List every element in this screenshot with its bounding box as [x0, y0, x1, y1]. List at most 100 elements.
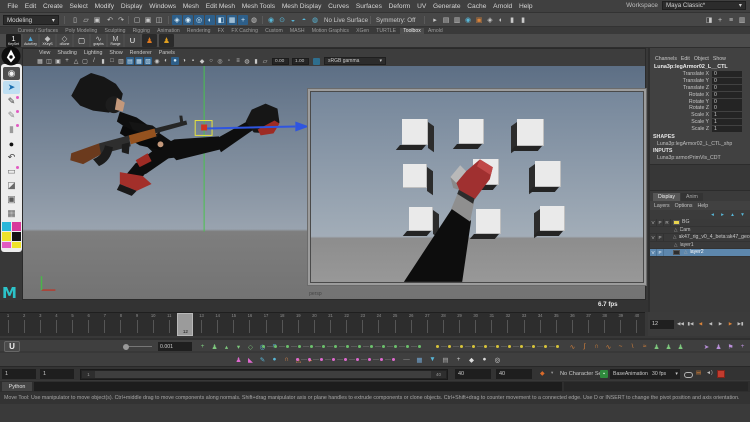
selected-object-name[interactable]: Luna3p:legArmor02_L__CTL	[650, 63, 750, 71]
selection-mask-icon[interactable]: ◎	[194, 15, 204, 25]
slider-dot[interactable]	[418, 345, 421, 348]
script-editor-icon[interactable]	[684, 372, 693, 378]
timeline-frame[interactable]: 10	[145, 313, 161, 336]
play-forwards-button[interactable]: ▶	[716, 320, 725, 329]
sidebar-toggle-icon[interactable]: ◨	[704, 15, 714, 25]
selection-mask-icon[interactable]: ◐	[205, 15, 215, 25]
timeline-frame[interactable]: 35	[548, 313, 564, 336]
snap-icon[interactable]: ◍	[310, 15, 320, 25]
menubar-item[interactable]: Generate	[430, 3, 464, 10]
character-set-label[interactable]: No Character Set	[560, 371, 603, 377]
viewport-toolbar-icon[interactable]: △	[72, 57, 80, 65]
snap-icon[interactable]: ◒	[288, 15, 298, 25]
channel-attr-value[interactable]: 0	[712, 85, 742, 91]
menubar-item[interactable]: Mesh	[179, 3, 202, 10]
slider-dot[interactable]	[448, 345, 451, 348]
slider-dot[interactable]	[544, 345, 547, 348]
menubar-item[interactable]: Windows	[146, 3, 180, 10]
menubar-item[interactable]: File	[4, 3, 21, 10]
menu-set-dropdown[interactable]: Modeling▾	[3, 15, 59, 25]
layer-row[interactable]: VP△layer2	[650, 249, 750, 257]
channel-attr-value[interactable]: 0	[712, 71, 742, 77]
animbot-tool-icon[interactable]: —	[402, 355, 411, 364]
render-icon[interactable]: ▮	[518, 15, 528, 25]
audio-icon[interactable]: ◄)	[706, 370, 713, 376]
animbot-tool-icon[interactable]: ⚑	[726, 342, 735, 351]
anim-end-field[interactable]: 40	[496, 369, 532, 379]
layer-row[interactable]: △Cam	[650, 227, 750, 235]
menubar-item[interactable]: Edit	[21, 3, 39, 10]
viewport-toolbar-icon[interactable]: ▱	[261, 57, 269, 65]
shelf-button[interactable]: MRange	[108, 34, 123, 47]
channel-attr-label[interactable]: Translate Y	[650, 78, 712, 84]
set-key-icon[interactable]: ◆	[540, 370, 545, 377]
command-language-label[interactable]: Python	[2, 382, 32, 391]
color-swatch[interactable]	[2, 222, 11, 231]
tool-settings-icon[interactable]: ≡	[726, 15, 736, 25]
chevron-down-icon[interactable]: ▾	[551, 370, 553, 376]
viewport-toolbar-icon[interactable]: ◆	[198, 57, 206, 65]
pose-icon[interactable]: ♟	[676, 342, 685, 351]
animbot-tool-icon[interactable]: ▼	[428, 355, 437, 364]
playback-end-field[interactable]: 40	[455, 369, 491, 379]
layer-editor-tab[interactable]: Anim	[681, 193, 703, 201]
viewport-toolbar-icon[interactable]: ◎	[216, 57, 224, 65]
slider-dot[interactable]	[394, 345, 397, 348]
shelf-tab[interactable]: Animation	[153, 28, 183, 34]
snap-icon[interactable]: ◓	[299, 15, 309, 25]
viewport-toolbar-icon[interactable]: ○	[207, 57, 215, 65]
layer-name[interactable]: layer1	[680, 242, 694, 248]
fps-dropdown[interactable]: 30 fps▾	[650, 369, 680, 379]
animbot-icon[interactable]: ◇	[246, 342, 255, 351]
slider-dot[interactable]	[296, 358, 299, 361]
slider-dot[interactable]	[520, 345, 523, 348]
timeline-frame[interactable]: 30	[468, 313, 484, 336]
animbot-tool-icon[interactable]: ▤	[441, 355, 450, 364]
selection-mask-icon[interactable]: ▦	[227, 15, 237, 25]
tween-slider[interactable]	[126, 346, 152, 347]
animbot-icon[interactable]: ✎	[258, 355, 267, 364]
slider-dot[interactable]	[556, 345, 559, 348]
color-swatch[interactable]	[12, 242, 21, 248]
shelf-tab[interactable]: TURTLE	[373, 28, 400, 34]
animbot-tool-icon[interactable]: +	[738, 342, 747, 351]
render-icon[interactable]: ▸	[430, 15, 440, 25]
slider-dot[interactable]	[406, 345, 409, 348]
snap-icon[interactable]: ◉	[266, 15, 276, 25]
animbot-tool-icon[interactable]: ➤	[702, 342, 711, 351]
layer-toolbar-icon[interactable]: ▸	[719, 211, 726, 218]
step-forward-key-button[interactable]: ▶	[726, 320, 735, 329]
shelf-button[interactable]: ▲AutoKey	[23, 34, 38, 47]
color-swatch[interactable]	[2, 232, 11, 241]
channel-attr-label[interactable]: Scale Z	[650, 126, 712, 132]
screenshot-icon[interactable]: ▣	[3, 193, 20, 206]
slider-dot[interactable]	[358, 345, 361, 348]
viewport-toolbar-icon[interactable]: ≡	[234, 57, 242, 65]
slider-dot[interactable]	[484, 345, 487, 348]
shelf-tab[interactable]: FX Caching	[228, 28, 262, 34]
layer-color-swatch[interactable]	[673, 250, 680, 255]
timeline-frame[interactable]: 6	[81, 313, 97, 336]
slider-dot[interactable]	[368, 358, 371, 361]
slider-dot[interactable]	[320, 358, 323, 361]
shelf-button[interactable]: ♟	[159, 34, 174, 47]
layer-name[interactable]: ak47_rig_v0_4_beta:ak47_geo	[679, 234, 750, 240]
shelf-tab[interactable]: Rigging	[129, 28, 153, 34]
slider-dot[interactable]	[370, 345, 373, 348]
animbot-tool-icon[interactable]: ◆	[467, 355, 476, 364]
channel-attr-label[interactable]: Rotate Y	[650, 99, 712, 105]
selection-mask-icon[interactable]: +	[238, 15, 248, 25]
channel-attr-value[interactable]: 0	[712, 99, 742, 105]
channelbox-menu-item[interactable]: Object	[694, 56, 709, 62]
slider-dot[interactable]	[310, 345, 313, 348]
channelbox-menu-item[interactable]: Edit	[681, 56, 690, 62]
shelf-button[interactable]: U	[125, 34, 140, 47]
play-backwards-button[interactable]: ◀	[706, 320, 715, 329]
timeline-frame[interactable]: 27	[419, 313, 435, 336]
channel-attr-value[interactable]: 0	[712, 78, 742, 84]
viewport-toolbar-icon[interactable]: ●	[171, 57, 179, 65]
menubar-item[interactable]: Deform	[385, 3, 413, 10]
floating-camera-panel[interactable]	[307, 88, 647, 286]
panel-menu-item[interactable]: Renderer	[130, 50, 152, 56]
timeline-frame[interactable]: 5	[65, 313, 81, 336]
